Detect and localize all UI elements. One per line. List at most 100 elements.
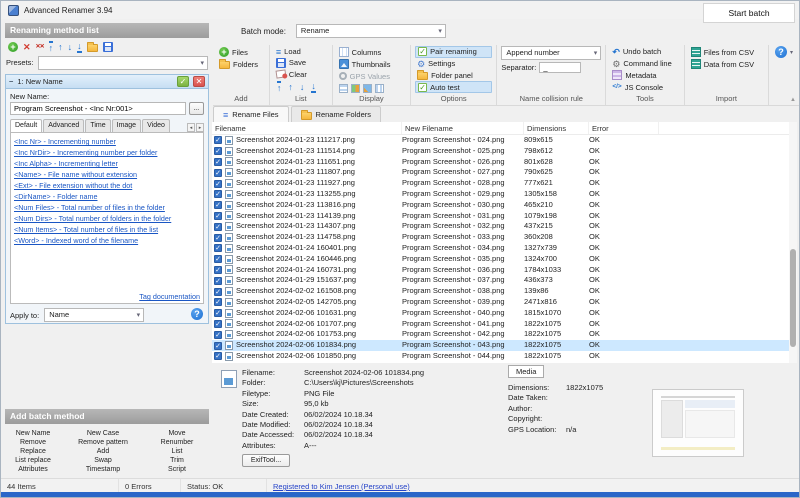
table-row[interactable]: Screenshot 2024-01-23 114139.png Program… [212,211,797,222]
add-batch-method-button[interactable]: List [172,447,183,456]
column-header-filename[interactable]: Filename [212,122,402,134]
table-row[interactable]: Screenshot 2024-01-24 160446.png Program… [212,254,797,265]
tag-link[interactable]: <Inc Nr> - Incrementing number [14,136,200,147]
list-save-button[interactable]: Save [274,57,328,68]
tag-link[interactable]: <Word> - Indexed word of the filename [14,235,200,246]
js-console-button[interactable]: JS Console [610,81,679,93]
pair-renaming-toggle[interactable]: Pair renaming [415,46,492,58]
add-batch-method-button[interactable]: Add [97,447,109,456]
move-method-top-icon[interactable] [49,41,54,53]
method-help-icon[interactable] [191,308,203,320]
table-row[interactable]: Screenshot 2024-02-06 101753.png Program… [212,329,797,340]
column-header-error[interactable]: Error [589,122,659,134]
add-batch-method-button[interactable]: Trim [170,456,184,465]
gps-values-button[interactable]: GPS Values [337,70,406,82]
column-header-dimensions[interactable]: Dimensions [524,122,589,134]
tag-link[interactable]: <Ext> - File extension without the dot [14,180,200,191]
row-checkbox[interactable] [214,331,222,339]
move-bottom-icon[interactable] [311,81,316,93]
move-method-up-icon[interactable] [58,42,63,52]
add-folders-button[interactable]: Folders [217,58,265,70]
row-checkbox[interactable] [214,352,222,360]
row-checkbox[interactable] [214,190,222,198]
table-row[interactable]: Screenshot 2024-01-23 113816.png Program… [212,200,797,211]
move-method-bottom-icon[interactable] [77,41,82,53]
row-checkbox[interactable] [214,234,222,242]
table-row[interactable]: Screenshot 2024-02-02 161508.png Program… [212,286,797,297]
add-batch-method-button[interactable]: Replace [20,447,46,456]
add-files-button[interactable]: Files [217,46,265,58]
table-row[interactable]: Screenshot 2024-01-23 111651.png Program… [212,157,797,168]
table-row[interactable]: Screenshot 2024-02-06 101834.png Program… [212,340,797,351]
open-methods-icon[interactable] [87,44,98,52]
help-menu-arrow-icon[interactable]: ▾ [790,49,793,56]
settings-button[interactable]: Settings [415,58,492,70]
metadata-button[interactable]: Metadata [610,70,679,82]
tag-link[interactable]: <DirName> - Folder name [14,191,200,202]
exiftool-button[interactable]: ExifTool... [242,454,290,467]
scrollbar-thumb[interactable] [790,249,796,347]
add-batch-method-button[interactable]: Swap [94,456,112,465]
table-scrollbar[interactable] [789,122,797,363]
add-batch-method-button[interactable]: New Case [87,429,119,438]
tag-link[interactable]: <Num Items> - Total number of files in t… [14,224,200,235]
tag-link[interactable]: <Inc Alpha> - Incrementing letter [14,158,200,169]
add-batch-method-button[interactable]: Remove pattern [78,438,128,447]
auto-test-toggle[interactable]: Auto test [415,81,492,93]
tiles-view-icon[interactable] [351,84,360,93]
collision-rule-dropdown[interactable]: Append number [501,46,601,60]
add-batch-method-button[interactable]: List replace [15,456,51,465]
tab-rename-folders[interactable]: Rename Folders [291,106,381,122]
add-batch-method-button[interactable]: Move [168,429,185,438]
table-row[interactable]: Screenshot 2024-01-23 113255.png Program… [212,189,797,200]
save-methods-icon[interactable] [103,42,113,52]
files-from-csv-button[interactable]: Files from CSV [689,46,764,58]
tag-link[interactable]: <Inc NrDir> - Incrementing number per fo… [14,147,200,158]
data-from-csv-button[interactable]: Data from CSV [689,58,764,70]
table-row[interactable]: Screenshot 2024-01-23 111217.png Program… [212,135,797,146]
tag-tab[interactable]: Video [142,119,170,132]
undo-batch-button[interactable]: Undo batch [610,46,679,58]
row-checkbox[interactable] [214,309,222,317]
table-row[interactable]: Screenshot 2024-02-06 101850.png Program… [212,351,797,362]
table-row[interactable]: Screenshot 2024-02-06 101707.png Program… [212,319,797,330]
row-checkbox[interactable] [214,158,222,166]
row-checkbox[interactable] [214,255,222,263]
row-checkbox[interactable] [214,136,222,144]
row-checkbox[interactable] [214,320,222,328]
row-checkbox[interactable] [214,244,222,252]
table-row[interactable]: Screenshot 2024-01-23 114307.png Program… [212,221,797,232]
row-checkbox[interactable] [214,201,222,209]
preview-thumbnail[interactable] [652,389,744,457]
tag-link[interactable]: <Num Dirs> - Total number of folders in … [14,213,200,224]
tag-tab[interactable]: Image [112,119,141,132]
row-checkbox[interactable] [214,212,222,220]
method-header[interactable]: 1: New Name [6,75,208,89]
thumbnails-view-icon[interactable] [363,84,372,93]
tabs-scroll-left-icon[interactable]: ◂ [187,123,195,132]
row-checkbox[interactable] [214,288,222,296]
add-batch-method-button[interactable]: Renumber [161,438,194,447]
method-apply-button[interactable] [177,76,189,87]
apply-to-dropdown[interactable]: Name [44,308,144,322]
row-checkbox[interactable] [214,223,222,231]
add-batch-method-button[interactable]: Script [168,465,186,474]
presets-dropdown[interactable] [38,56,208,70]
tag-documentation-link[interactable]: Tag documentation [139,292,200,301]
list-load-button[interactable]: Load [274,46,328,57]
tabs-scroll-right-icon[interactable]: ▸ [196,123,204,132]
batch-mode-dropdown[interactable]: Rename [296,24,446,38]
remove-method-icon[interactable] [23,42,31,52]
method-delete-button[interactable] [193,76,205,87]
row-checkbox[interactable] [214,266,222,274]
collapse-method-icon[interactable] [9,77,13,86]
list-clear-button[interactable]: Clear [274,69,328,80]
add-batch-method-button[interactable]: Timestamp [86,465,120,474]
remove-all-methods-icon[interactable] [36,42,44,52]
details-view-icon[interactable] [339,84,348,93]
collapse-ribbon-icon[interactable] [790,97,796,103]
add-batch-method-button[interactable]: Remove [20,438,46,447]
command-line-button[interactable]: Command line [610,58,679,70]
table-row[interactable]: Screenshot 2024-02-06 101631.png Program… [212,308,797,319]
tag-link[interactable]: <Name> - File name without extension [14,169,200,180]
